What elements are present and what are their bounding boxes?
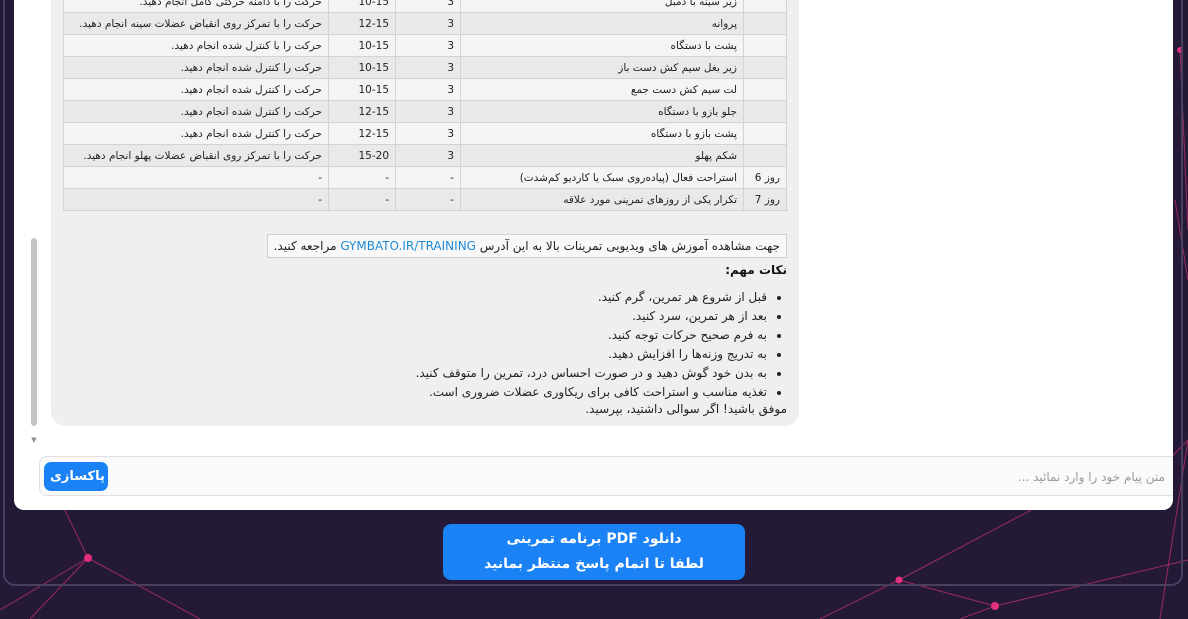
reps-cell: 10-15 (328, 0, 396, 13)
exercise-cell: زیر بغل سیم کش دست باز (460, 56, 744, 79)
table-row: زیر سینه با دمبل 3 10-15 حرکت را با دامنه ح… (63, 0, 787, 13)
day-cell (743, 0, 787, 13)
exercise-cell: زیر سینه با دمبل (460, 0, 744, 13)
link-text-before: جهت مشاهده آموزش های ویدیویی تمرینات بال… (475, 239, 780, 253)
reps-cell: 10-15 (328, 78, 396, 101)
note-cell: حرکت را با تمرکز روی انقباض عضلات پهلو ا… (63, 144, 329, 167)
training-link[interactable]: GYMBATO.IR/TRAINING (340, 239, 476, 253)
reps-cell: 12-15 (328, 122, 396, 145)
notes-title: نکات مهم: (725, 263, 787, 277)
day-cell (743, 100, 787, 123)
tip-item: به بدن خود گوش دهید و در صورت احساس درد،… (416, 364, 767, 383)
sets-cell: 3 (395, 144, 461, 167)
exercise-cell: پروانه (460, 12, 744, 35)
tip-item: به فرم صحیح حرکات توجه کنید. (416, 326, 767, 345)
day-cell: روز 6 (743, 166, 787, 189)
sets-cell: 3 (395, 0, 461, 13)
download-button-subtitle: لطفا تا اتمام پاسخ منتظر بمانید (484, 556, 704, 572)
exercise-cell: لت سیم کش دست جمع (460, 78, 744, 101)
tip-item: قبل از شروع هر تمرین، گرم کنید. (416, 288, 767, 307)
closing-text: موفق باشید! اگر سوالی داشتید، بپرسید. (585, 402, 787, 416)
training-link-box: جهت مشاهده آموزش های ویدیویی تمرینات بال… (266, 234, 787, 258)
note-cell: حرکت را کنترل شده انجام دهید. (63, 100, 329, 123)
exercise-cell: جلو بازو با دستگاه (460, 100, 744, 123)
link-text-after: مراجعه کنید. (273, 239, 341, 253)
note-cell: حرکت را کنترل شده انجام دهید. (63, 78, 329, 101)
scroll-down-arrow-icon[interactable]: ▼ (30, 436, 38, 444)
clear-button[interactable]: پاکسازی (44, 462, 108, 491)
note-cell: حرکت را کنترل شده انجام دهید. (63, 56, 329, 79)
tip-item: تغذیه مناسب و استراحت کافی برای ریکاوری … (416, 383, 767, 402)
message-composer: پاکسازی (39, 456, 1173, 496)
table-row: پشت با دستگاه 3 10-15 حرکت را با کنترل شده … (63, 34, 787, 57)
exercise-cell: پشت با دستگاه (460, 34, 744, 57)
day-cell (743, 144, 787, 167)
day-cell (743, 122, 787, 145)
sets-cell: - (395, 166, 461, 189)
reps-cell: - (328, 188, 396, 211)
note-cell: حرکت را با کنترل شده انجام دهید. (63, 34, 329, 57)
sets-cell: 3 (395, 34, 461, 57)
reps-cell: 10-15 (328, 34, 396, 57)
reps-cell: 12-15 (328, 12, 396, 35)
reps-cell: 15-20 (328, 144, 396, 167)
sets-cell: - (395, 188, 461, 211)
tip-item: بعد از هر تمرین، سرد کنید. (416, 307, 767, 326)
table-row: شکم پهلو 3 15-20 حرکت را با تمرکز روی انقبا… (63, 144, 787, 167)
reps-cell: 10-15 (328, 56, 396, 79)
reps-cell: 12-15 (328, 100, 396, 123)
sets-cell: 3 (395, 12, 461, 35)
note-cell: حرکت را کنترل شده انجام دهید. (63, 122, 329, 145)
note-cell: - (63, 166, 329, 189)
tip-item: به تدریج وزنه‌ها را افزایش دهید. (416, 345, 767, 364)
note-cell: حرکت را با تمرکز روی انقباض عضلات سینه ا… (63, 12, 329, 35)
day-cell (743, 12, 787, 35)
chat-panel: ▲ ▼ روز 5سینه با دستگاه310-15حرکت را با … (14, 0, 1173, 510)
reps-cell: - (328, 166, 396, 189)
sets-cell: 3 (395, 100, 461, 123)
exercise-cell: استراحت فعال (پیاده‌روی سبک یا کاردیو کم… (460, 166, 744, 189)
table-row: زیر بغل سیم کش دست باز 3 10-15 حرکت را کنتر… (63, 56, 787, 79)
sets-cell: 3 (395, 78, 461, 101)
workout-table: روز 5سینه با دستگاه310-15حرکت را با کنتر… (63, 0, 787, 211)
sets-cell: 3 (395, 56, 461, 79)
table-row: پشت بازو با دستگاه 3 12-15 حرکت را کنترل شد… (63, 122, 787, 145)
scrollbar-thumb[interactable] (31, 238, 37, 426)
note-cell: - (63, 188, 329, 211)
tips-list: قبل از شروع هر تمرین، گرم کنید. بعد از ه… (416, 288, 787, 402)
sets-cell: 3 (395, 122, 461, 145)
table-row: لت سیم کش دست جمع 3 10-15 حرکت را کنترل شده… (63, 78, 787, 101)
day-cell: روز 7 (743, 188, 787, 211)
day-cell (743, 78, 787, 101)
table-row: روز 7 تکرار یکی از روزهای تمرینی مورد علا… (63, 188, 787, 211)
table-row: پروانه 3 12-15 حرکت را با تمرکز روی انقباض … (63, 12, 787, 35)
exercise-cell: تکرار یکی از روزهای تمرینی مورد علاقه (460, 188, 744, 211)
message-input[interactable] (123, 465, 1167, 489)
day-cell (743, 56, 787, 79)
table-row: جلو بازو با دستگاه 3 12-15 حرکت را کنترل شد… (63, 100, 787, 123)
chat-scrollbar[interactable]: ▲ ▼ (30, 0, 38, 444)
day-cell (743, 34, 787, 57)
exercise-cell: شکم پهلو (460, 144, 744, 167)
download-button-title: دانلود PDF برنامه تمرینی (506, 531, 682, 547)
download-pdf-button[interactable]: دانلود PDF برنامه تمرینی لطفا تا اتمام پ… (443, 524, 745, 580)
assistant-message: روز 5سینه با دستگاه310-15حرکت را با کنتر… (51, 0, 799, 426)
exercise-cell: پشت بازو با دستگاه (460, 122, 744, 145)
table-row: روز 6 استراحت فعال (پیاده‌روی سبک یا کارد… (63, 166, 787, 189)
note-cell: حرکت را با دامنه حرکتی کامل انجام دهید. (63, 0, 329, 13)
